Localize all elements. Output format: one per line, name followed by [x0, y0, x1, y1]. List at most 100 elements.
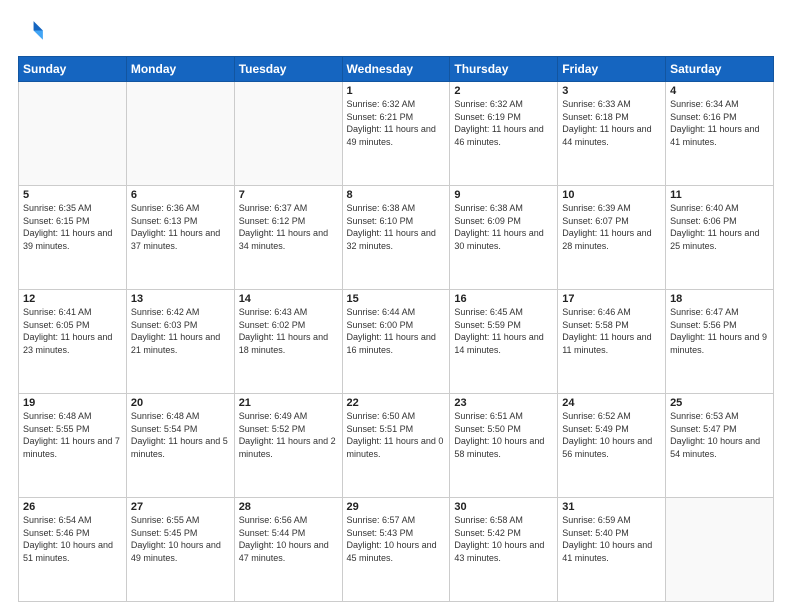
- day-number: 3: [562, 85, 661, 97]
- week-row-0: 1Sunrise: 6:32 AM Sunset: 6:21 PM Daylig…: [19, 82, 774, 186]
- calendar-cell: 4Sunrise: 6:34 AM Sunset: 6:16 PM Daylig…: [666, 82, 774, 186]
- col-monday: Monday: [126, 57, 234, 82]
- day-info: Sunrise: 6:40 AM Sunset: 6:06 PM Dayligh…: [670, 202, 769, 252]
- calendar-cell: 5Sunrise: 6:35 AM Sunset: 6:15 PM Daylig…: [19, 186, 127, 290]
- calendar-cell: 12Sunrise: 6:41 AM Sunset: 6:05 PM Dayli…: [19, 290, 127, 394]
- col-sunday: Sunday: [19, 57, 127, 82]
- day-info: Sunrise: 6:32 AM Sunset: 6:19 PM Dayligh…: [454, 98, 553, 148]
- day-info: Sunrise: 6:48 AM Sunset: 5:55 PM Dayligh…: [23, 410, 122, 460]
- page: Sunday Monday Tuesday Wednesday Thursday…: [0, 0, 792, 612]
- day-info: Sunrise: 6:52 AM Sunset: 5:49 PM Dayligh…: [562, 410, 661, 460]
- day-number: 16: [454, 293, 553, 305]
- calendar-cell: 11Sunrise: 6:40 AM Sunset: 6:06 PM Dayli…: [666, 186, 774, 290]
- day-number: 30: [454, 501, 553, 513]
- calendar-cell: 18Sunrise: 6:47 AM Sunset: 5:56 PM Dayli…: [666, 290, 774, 394]
- day-number: 8: [347, 189, 446, 201]
- calendar-cell: 25Sunrise: 6:53 AM Sunset: 5:47 PM Dayli…: [666, 394, 774, 498]
- day-number: 18: [670, 293, 769, 305]
- calendar-cell: 16Sunrise: 6:45 AM Sunset: 5:59 PM Dayli…: [450, 290, 558, 394]
- day-number: 5: [23, 189, 122, 201]
- calendar-cell: 2Sunrise: 6:32 AM Sunset: 6:19 PM Daylig…: [450, 82, 558, 186]
- day-info: Sunrise: 6:54 AM Sunset: 5:46 PM Dayligh…: [23, 514, 122, 564]
- day-info: Sunrise: 6:50 AM Sunset: 5:51 PM Dayligh…: [347, 410, 446, 460]
- calendar-cell: 7Sunrise: 6:37 AM Sunset: 6:12 PM Daylig…: [234, 186, 342, 290]
- day-info: Sunrise: 6:43 AM Sunset: 6:02 PM Dayligh…: [239, 306, 338, 356]
- day-number: 19: [23, 397, 122, 409]
- calendar-body: 1Sunrise: 6:32 AM Sunset: 6:21 PM Daylig…: [19, 82, 774, 602]
- day-number: 31: [562, 501, 661, 513]
- day-info: Sunrise: 6:53 AM Sunset: 5:47 PM Dayligh…: [670, 410, 769, 460]
- calendar-cell: 15Sunrise: 6:44 AM Sunset: 6:00 PM Dayli…: [342, 290, 450, 394]
- day-number: 24: [562, 397, 661, 409]
- day-info: Sunrise: 6:56 AM Sunset: 5:44 PM Dayligh…: [239, 514, 338, 564]
- logo: [18, 18, 50, 46]
- day-info: Sunrise: 6:51 AM Sunset: 5:50 PM Dayligh…: [454, 410, 553, 460]
- day-info: Sunrise: 6:38 AM Sunset: 6:09 PM Dayligh…: [454, 202, 553, 252]
- header-row: Sunday Monday Tuesday Wednesday Thursday…: [19, 57, 774, 82]
- calendar-cell: 19Sunrise: 6:48 AM Sunset: 5:55 PM Dayli…: [19, 394, 127, 498]
- day-number: 12: [23, 293, 122, 305]
- day-info: Sunrise: 6:33 AM Sunset: 6:18 PM Dayligh…: [562, 98, 661, 148]
- week-row-2: 12Sunrise: 6:41 AM Sunset: 6:05 PM Dayli…: [19, 290, 774, 394]
- calendar-cell: 30Sunrise: 6:58 AM Sunset: 5:42 PM Dayli…: [450, 498, 558, 602]
- day-number: 28: [239, 501, 338, 513]
- day-number: 15: [347, 293, 446, 305]
- calendar-cell: [126, 82, 234, 186]
- day-info: Sunrise: 6:37 AM Sunset: 6:12 PM Dayligh…: [239, 202, 338, 252]
- calendar-cell: 29Sunrise: 6:57 AM Sunset: 5:43 PM Dayli…: [342, 498, 450, 602]
- calendar-cell: [234, 82, 342, 186]
- calendar-cell: 28Sunrise: 6:56 AM Sunset: 5:44 PM Dayli…: [234, 498, 342, 602]
- day-number: 6: [131, 189, 230, 201]
- day-number: 27: [131, 501, 230, 513]
- col-thursday: Thursday: [450, 57, 558, 82]
- calendar-cell: 22Sunrise: 6:50 AM Sunset: 5:51 PM Dayli…: [342, 394, 450, 498]
- week-row-1: 5Sunrise: 6:35 AM Sunset: 6:15 PM Daylig…: [19, 186, 774, 290]
- calendar-cell: 20Sunrise: 6:48 AM Sunset: 5:54 PM Dayli…: [126, 394, 234, 498]
- day-number: 14: [239, 293, 338, 305]
- col-tuesday: Tuesday: [234, 57, 342, 82]
- logo-icon: [18, 18, 46, 46]
- day-number: 4: [670, 85, 769, 97]
- day-number: 22: [347, 397, 446, 409]
- col-wednesday: Wednesday: [342, 57, 450, 82]
- calendar-cell: 13Sunrise: 6:42 AM Sunset: 6:03 PM Dayli…: [126, 290, 234, 394]
- day-number: 23: [454, 397, 553, 409]
- day-number: 2: [454, 85, 553, 97]
- day-info: Sunrise: 6:32 AM Sunset: 6:21 PM Dayligh…: [347, 98, 446, 148]
- day-info: Sunrise: 6:35 AM Sunset: 6:15 PM Dayligh…: [23, 202, 122, 252]
- day-number: 13: [131, 293, 230, 305]
- calendar-cell: 27Sunrise: 6:55 AM Sunset: 5:45 PM Dayli…: [126, 498, 234, 602]
- calendar-cell: 26Sunrise: 6:54 AM Sunset: 5:46 PM Dayli…: [19, 498, 127, 602]
- calendar-cell: 17Sunrise: 6:46 AM Sunset: 5:58 PM Dayli…: [558, 290, 666, 394]
- day-number: 17: [562, 293, 661, 305]
- col-friday: Friday: [558, 57, 666, 82]
- day-number: 25: [670, 397, 769, 409]
- calendar-cell: 23Sunrise: 6:51 AM Sunset: 5:50 PM Dayli…: [450, 394, 558, 498]
- calendar-cell: [666, 498, 774, 602]
- day-number: 1: [347, 85, 446, 97]
- day-info: Sunrise: 6:55 AM Sunset: 5:45 PM Dayligh…: [131, 514, 230, 564]
- day-info: Sunrise: 6:36 AM Sunset: 6:13 PM Dayligh…: [131, 202, 230, 252]
- day-number: 26: [23, 501, 122, 513]
- calendar-cell: 3Sunrise: 6:33 AM Sunset: 6:18 PM Daylig…: [558, 82, 666, 186]
- day-info: Sunrise: 6:39 AM Sunset: 6:07 PM Dayligh…: [562, 202, 661, 252]
- day-number: 7: [239, 189, 338, 201]
- day-info: Sunrise: 6:46 AM Sunset: 5:58 PM Dayligh…: [562, 306, 661, 356]
- day-number: 9: [454, 189, 553, 201]
- calendar-cell: 6Sunrise: 6:36 AM Sunset: 6:13 PM Daylig…: [126, 186, 234, 290]
- day-info: Sunrise: 6:57 AM Sunset: 5:43 PM Dayligh…: [347, 514, 446, 564]
- calendar-table: Sunday Monday Tuesday Wednesday Thursday…: [18, 56, 774, 602]
- day-number: 11: [670, 189, 769, 201]
- day-info: Sunrise: 6:44 AM Sunset: 6:00 PM Dayligh…: [347, 306, 446, 356]
- day-info: Sunrise: 6:45 AM Sunset: 5:59 PM Dayligh…: [454, 306, 553, 356]
- calendar-cell: 24Sunrise: 6:52 AM Sunset: 5:49 PM Dayli…: [558, 394, 666, 498]
- calendar-cell: 10Sunrise: 6:39 AM Sunset: 6:07 PM Dayli…: [558, 186, 666, 290]
- day-info: Sunrise: 6:49 AM Sunset: 5:52 PM Dayligh…: [239, 410, 338, 460]
- calendar-header: Sunday Monday Tuesday Wednesday Thursday…: [19, 57, 774, 82]
- day-info: Sunrise: 6:58 AM Sunset: 5:42 PM Dayligh…: [454, 514, 553, 564]
- day-info: Sunrise: 6:34 AM Sunset: 6:16 PM Dayligh…: [670, 98, 769, 148]
- day-number: 10: [562, 189, 661, 201]
- day-info: Sunrise: 6:41 AM Sunset: 6:05 PM Dayligh…: [23, 306, 122, 356]
- calendar-cell: 8Sunrise: 6:38 AM Sunset: 6:10 PM Daylig…: [342, 186, 450, 290]
- calendar-cell: 1Sunrise: 6:32 AM Sunset: 6:21 PM Daylig…: [342, 82, 450, 186]
